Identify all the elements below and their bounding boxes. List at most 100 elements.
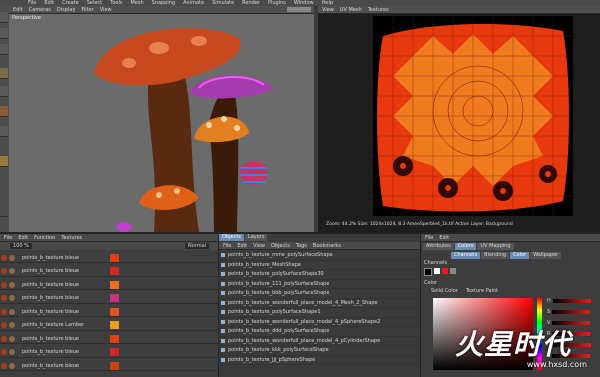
lock-icon[interactable] <box>9 268 15 274</box>
color-label: Color <box>424 280 438 286</box>
attr-tab-colors[interactable]: Colors <box>454 243 477 250</box>
visibility-icon[interactable] <box>1 349 7 355</box>
uv-menu-uv-mesh[interactable]: UV Mesh <box>340 7 362 13</box>
layer-row[interactable]: points_b_texture bleue <box>0 307 218 317</box>
view-tool-icon[interactable] <box>0 156 8 167</box>
layer-row[interactable]: points_b_texture Lamber <box>0 321 218 331</box>
visibility-icon[interactable] <box>1 254 7 261</box>
lock-icon[interactable] <box>9 254 15 261</box>
object-list-item[interactable]: points_b_texture_jjj_pSphereShape <box>219 356 421 366</box>
mesh-icon <box>221 291 225 296</box>
viewport-menu-edit[interactable]: Edit <box>13 7 23 13</box>
color-field-s[interactable]: S <box>547 309 591 315</box>
object-list-item[interactable]: points_b_texture_ddd_polySurfaceShape <box>219 327 421 337</box>
viewport-menu-filter[interactable]: Filter <box>81 7 93 13</box>
lock-icon[interactable] <box>9 295 15 301</box>
lock-icon[interactable] <box>9 322 15 328</box>
lock-icon[interactable] <box>9 281 15 288</box>
attr-subtab-blending[interactable]: Blending <box>481 252 510 259</box>
channel-swatch-gray[interactable] <box>450 268 456 274</box>
object-list-item[interactable]: points_b_texture_wonderfull_place_model_… <box>219 299 421 309</box>
viewport-menu-cameras[interactable]: Cameras <box>29 7 51 13</box>
uv-menu-textures[interactable]: Textures <box>368 7 389 13</box>
lock-icon[interactable] <box>9 362 15 369</box>
attr-tab-attributes[interactable]: Attributes <box>423 243 454 250</box>
layers-menu-edit[interactable]: Edit <box>18 235 28 241</box>
layer-row[interactable]: points_b_texture bleue <box>0 267 218 277</box>
object-list-item[interactable]: points_b_texture_wonderfull_place_model_… <box>219 318 421 328</box>
layer-row[interactable]: points_b_texture bleue <box>0 348 218 358</box>
scale-tool-icon[interactable] <box>0 68 8 79</box>
viewport-menu-display[interactable]: Display <box>57 7 75 13</box>
color-field-v[interactable]: V <box>547 320 591 326</box>
objects-menu-tags[interactable]: Tags <box>296 243 307 249</box>
paint-tool-icon[interactable] <box>0 106 8 117</box>
mesh-icon <box>221 310 225 315</box>
channel-swatch-black[interactable] <box>424 268 432 276</box>
uv-tool-icon[interactable] <box>0 126 8 137</box>
layer-row[interactable]: points_b_texture bleue <box>0 294 218 304</box>
uv-menu-view[interactable]: View <box>322 7 334 13</box>
layers-menu-file[interactable]: File <box>4 235 12 241</box>
channel-swatch-white[interactable] <box>434 268 440 274</box>
visibility-icon[interactable] <box>1 295 7 301</box>
visibility-icon[interactable] <box>1 335 7 342</box>
object-list-item[interactable]: points_b_texture_polySurfaceShape1 <box>219 308 421 318</box>
select-tool-icon[interactable] <box>0 12 8 23</box>
rotate-tool-icon[interactable] <box>0 44 8 55</box>
layer-name: points_b_texture bleue <box>22 295 80 301</box>
color-mode-texture[interactable]: Texture Paint <box>466 288 498 294</box>
color-field-bar[interactable] <box>552 321 591 325</box>
objects-menu-file[interactable]: File <box>223 243 231 249</box>
visibility-icon[interactable] <box>1 281 7 288</box>
object-list-item[interactable]: points_b_texture_polySurfaceShape30 <box>219 270 421 280</box>
visibility-icon[interactable] <box>1 362 7 369</box>
object-name: points_b_texture_ddd_polySurfaceShape <box>228 328 330 335</box>
attr-subtab-color[interactable]: Color <box>510 252 530 259</box>
color-field-bar[interactable] <box>552 310 591 314</box>
zoom-field[interactable]: 100 % <box>10 243 32 249</box>
object-name: points_b_texture_wonderfull_place_model_… <box>228 299 378 306</box>
channel-swatch-red[interactable] <box>442 268 448 274</box>
tab-layers[interactable]: Layers <box>244 234 268 241</box>
object-list-item[interactable]: points_b_texture_111_polySurfaceShape <box>219 280 421 290</box>
color-field-h[interactable]: H <box>547 298 591 304</box>
attr-subtab-wallpaper[interactable]: Wallpaper <box>530 252 562 259</box>
objects-menu-objects[interactable]: Objects <box>271 243 290 249</box>
attr-subtab-channels[interactable]: Channels <box>451 252 481 259</box>
object-list-item[interactable]: points_b_texture_mme_polySurfaceShape <box>219 251 421 261</box>
objects-menu-bookmarks[interactable]: Bookmarks <box>313 243 341 249</box>
lock-icon[interactable] <box>9 349 15 355</box>
viewport-controls[interactable] <box>287 7 311 12</box>
visibility-icon[interactable] <box>1 322 7 328</box>
move-tool-icon[interactable] <box>0 28 8 39</box>
layer-row[interactable]: points_b_texture bleue <box>0 361 218 371</box>
attr-tab-uv-mapping[interactable]: UV Mapping <box>477 243 514 250</box>
viewport-3d[interactable]: Edit Cameras Display Filter View Perspective <box>9 6 314 232</box>
viewport-menu-view[interactable]: View <box>100 7 112 13</box>
layers-menu-textures[interactable]: Textures <box>61 235 82 241</box>
attr-menu-file[interactable]: File <box>425 235 433 241</box>
object-list-item[interactable]: points_b_texture_kkk_polySurfaceShape <box>219 346 421 356</box>
lock-icon[interactable] <box>9 335 15 342</box>
tab-objects[interactable]: Objects <box>219 234 244 241</box>
visibility-icon[interactable] <box>1 268 7 274</box>
layer-row[interactable]: points_b_texture bleue <box>0 280 218 290</box>
layer-row[interactable]: points_b_texture bleue <box>0 334 218 344</box>
lock-icon[interactable] <box>9 308 15 315</box>
channels-label: Channels <box>424 260 448 266</box>
blend-mode-select[interactable]: Normal <box>185 243 210 249</box>
objects-menu-edit[interactable]: Edit <box>237 243 247 249</box>
brush-tool-icon[interactable] <box>0 86 8 97</box>
layers-menu-function[interactable]: Function <box>34 235 55 241</box>
visibility-icon[interactable] <box>1 308 7 315</box>
color-field-bar[interactable] <box>552 299 591 303</box>
layer-row[interactable]: points_b_texture bleue <box>0 253 218 263</box>
object-list-item[interactable]: points_b_texture_wonderfull_place_model_… <box>219 337 421 347</box>
color-mode-solid[interactable]: Solid Color <box>431 288 458 294</box>
uv-editor-panel[interactable]: View UV Mesh Textures Zoom: 44.2% Size: … <box>318 6 600 232</box>
attr-menu-edit[interactable]: Edit <box>439 235 449 241</box>
object-list-item[interactable]: points_b_texture_bbb_polySurfaceShape <box>219 289 421 299</box>
objects-menu-view[interactable]: View <box>253 243 265 249</box>
object-list-item[interactable]: points_b_texture_MeshShape <box>219 261 421 271</box>
